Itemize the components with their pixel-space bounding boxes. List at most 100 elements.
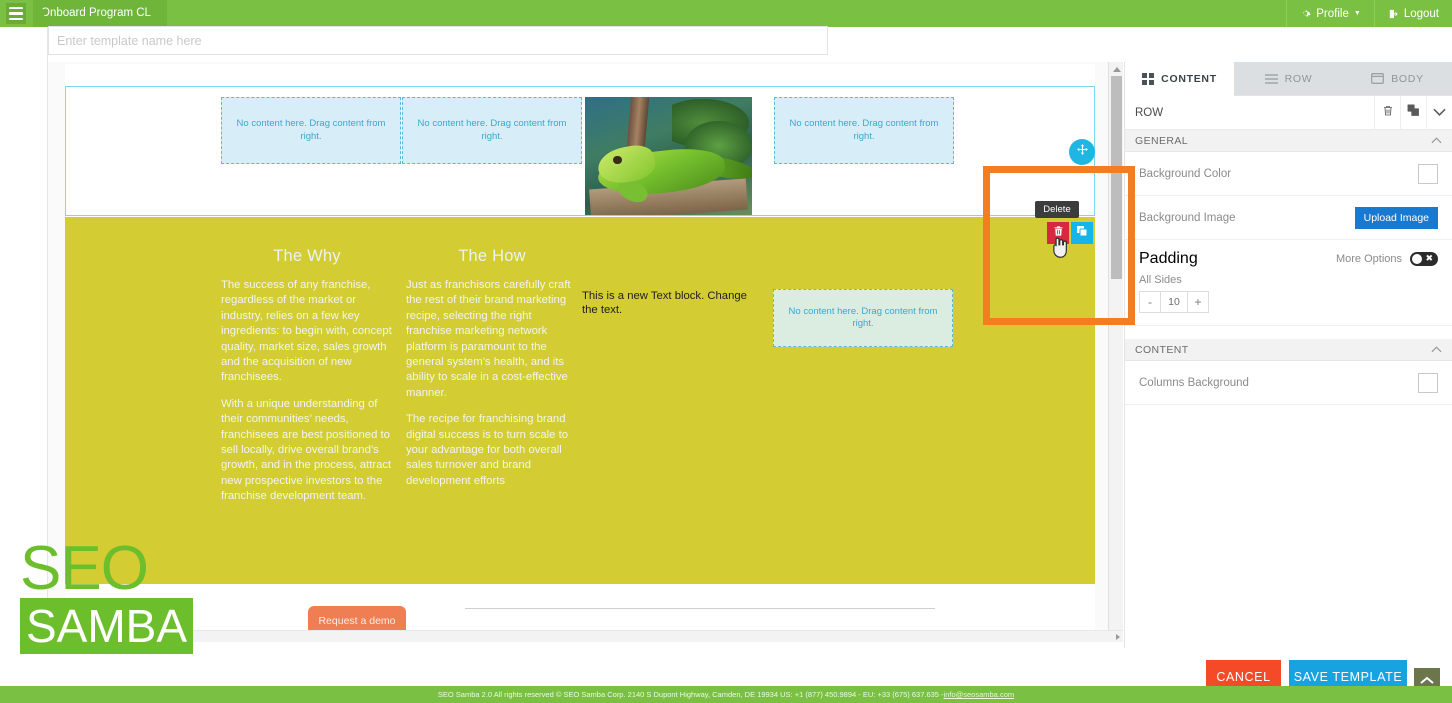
seosamba-watermark: SEO SAMBA	[20, 534, 194, 654]
breadcrumb-label: Onboard Program CL	[41, 7, 151, 19]
empty-content-placeholder[interactable]: No content here. Drag content from right…	[773, 289, 953, 347]
profile-label: Profile	[1316, 7, 1349, 20]
canvas-row-1[interactable]: No content here. Drag content from right…	[65, 86, 1095, 216]
template-name-input[interactable]	[48, 26, 828, 55]
column-the-why[interactable]: The Why The success of any franchise, re…	[221, 247, 393, 516]
watermark-line-1: SEO	[20, 534, 149, 603]
duplicate-icon	[1076, 224, 1088, 242]
paragraph: Just as franchisors carefully craft the …	[406, 279, 571, 399]
top-right-actions: Profile ▼ Logout	[1286, 0, 1452, 27]
section-header-general[interactable]: GENERAL	[1125, 130, 1452, 152]
field-label: Background Color	[1139, 167, 1232, 180]
selected-element-header: ROW	[1125, 95, 1452, 130]
column-title: The How	[458, 247, 526, 265]
section-title: GENERAL	[1135, 134, 1188, 147]
column-title: The Why	[273, 247, 341, 265]
scrollbar-thumb[interactable]	[1111, 76, 1122, 279]
divider	[465, 608, 935, 609]
padding-decrement-button[interactable]: -	[1140, 292, 1160, 312]
empty-content-placeholder[interactable]: No content here. Drag content from right…	[402, 97, 582, 164]
chevron-up-icon	[1431, 136, 1442, 146]
text-block[interactable]: This is a new Text block. Change the tex…	[582, 289, 749, 317]
duplicate-icon	[1407, 104, 1420, 122]
editor-canvas-scroll-area[interactable]: No content here. Drag content from right…	[48, 62, 1123, 642]
all-sides-label: All Sides	[1139, 274, 1182, 286]
hamburger-menu-icon[interactable]	[6, 3, 26, 24]
app-root: Onboard Program CL Profile ▼ Logout Ente…	[0, 0, 1452, 703]
columns-background-swatch[interactable]	[1418, 372, 1438, 393]
paragraph: The success of any franchise, regardless…	[221, 279, 392, 384]
padding-increment-button[interactable]: +	[1188, 292, 1208, 312]
watermark-line-2: SAMBA	[20, 598, 194, 654]
footer-email-link[interactable]: info@seosamba.com	[944, 690, 1015, 699]
tab-body[interactable]: BODY	[1343, 62, 1452, 96]
column-body: The success of any franchise, regardless…	[221, 278, 393, 505]
canvas-horizontal-scrollbar[interactable]	[48, 630, 1123, 642]
section-title: CONTENT	[1135, 343, 1189, 356]
padding-value[interactable]: 10	[1160, 292, 1188, 312]
tab-row[interactable]: ROW	[1234, 62, 1343, 96]
empty-content-placeholder[interactable]: No content here. Drag content from right…	[774, 97, 954, 164]
breadcrumb-arrow-icon	[33, 0, 47, 26]
move-icon	[1076, 143, 1089, 161]
logout-label: Logout	[1403, 7, 1439, 20]
tab-label: ROW	[1284, 72, 1313, 85]
iguana-image[interactable]	[585, 97, 752, 215]
logout-icon	[1388, 8, 1399, 20]
field-background-color: Background Color	[1125, 152, 1452, 196]
padding-stepper: - 10 +	[1139, 291, 1209, 313]
field-label: Background Image	[1139, 211, 1236, 224]
field-label: Columns Background	[1139, 376, 1249, 389]
logout-button[interactable]: Logout	[1373, 0, 1452, 27]
panel-delete-button[interactable]	[1374, 95, 1400, 130]
canvas-vertical-scrollbar[interactable]	[1108, 62, 1123, 642]
field-columns-background: Columns Background	[1125, 361, 1452, 405]
editor-canvas: No content here. Drag content from right…	[65, 64, 1095, 642]
duplicate-row-button[interactable]	[1071, 222, 1093, 244]
more-options-toggle[interactable]: ✖	[1410, 252, 1438, 266]
outer-rail	[0, 27, 20, 648]
profile-menu[interactable]: Profile ▼	[1286, 0, 1374, 27]
upload-image-button[interactable]: Upload Image	[1354, 206, 1438, 229]
field-padding: Padding More Options ✖ All Sides - 10 +	[1125, 240, 1452, 326]
settings-panel: CONTENT ROW BODY ROW GENERAL Background …	[1124, 62, 1452, 648]
column-body: Just as franchisors carefully craft the …	[406, 278, 578, 489]
background-color-swatch[interactable]	[1418, 163, 1438, 184]
tab-content[interactable]: CONTENT	[1125, 62, 1234, 96]
tab-label: BODY	[1391, 72, 1424, 85]
delete-tooltip: Delete	[1035, 201, 1079, 218]
paragraph: The recipe for franchising brand digital…	[406, 413, 568, 487]
empty-content-placeholder[interactable]: No content here. Drag content from right…	[221, 97, 401, 164]
rows-icon	[1264, 73, 1278, 84]
panel-tabs: CONTENT ROW BODY	[1125, 62, 1452, 96]
pointer-hand-cursor	[1050, 236, 1068, 258]
panel-collapse-button[interactable]	[1426, 95, 1452, 130]
canvas-row-3[interactable]: Request a demo	[65, 584, 1095, 642]
breadcrumb[interactable]: Onboard Program CL	[33, 0, 167, 27]
tab-label: CONTENT	[1161, 72, 1217, 85]
scroll-up-arrow-icon[interactable]	[1113, 67, 1121, 72]
frame-icon	[1371, 73, 1385, 84]
row-drag-handle[interactable]	[1069, 139, 1095, 165]
trash-icon	[1382, 104, 1394, 122]
column-the-how[interactable]: The How Just as franchisors carefully cr…	[406, 247, 578, 500]
field-label: Padding	[1139, 250, 1198, 267]
toggle-knob	[1412, 254, 1422, 264]
selected-element-label: ROW	[1135, 106, 1164, 119]
chevron-up-icon	[1431, 345, 1442, 355]
section-header-content[interactable]: CONTENT	[1125, 339, 1452, 361]
footer-text: SEO Samba 2.0 All rights reserved © SEO …	[437, 690, 944, 699]
chevron-down-icon	[1433, 104, 1446, 122]
grid-icon	[1142, 72, 1155, 85]
close-icon: ✖	[1425, 253, 1433, 263]
field-background-image: Background Image Upload Image	[1125, 196, 1452, 240]
more-options-label: More Options	[1335, 253, 1402, 265]
canvas-row-2[interactable]: The Why The success of any franchise, re…	[65, 217, 1095, 584]
page-footer: SEO Samba 2.0 All rights reserved © SEO …	[0, 686, 1452, 703]
panel-duplicate-button[interactable]	[1400, 95, 1426, 130]
gear-icon	[1300, 8, 1311, 19]
scroll-right-arrow-icon[interactable]	[1116, 634, 1120, 640]
top-navigation-bar: Onboard Program CL Profile ▼ Logout	[0, 0, 1452, 27]
paragraph: With a unique understanding of their com…	[221, 397, 392, 503]
chevron-down-icon: ▼	[1353, 10, 1361, 17]
